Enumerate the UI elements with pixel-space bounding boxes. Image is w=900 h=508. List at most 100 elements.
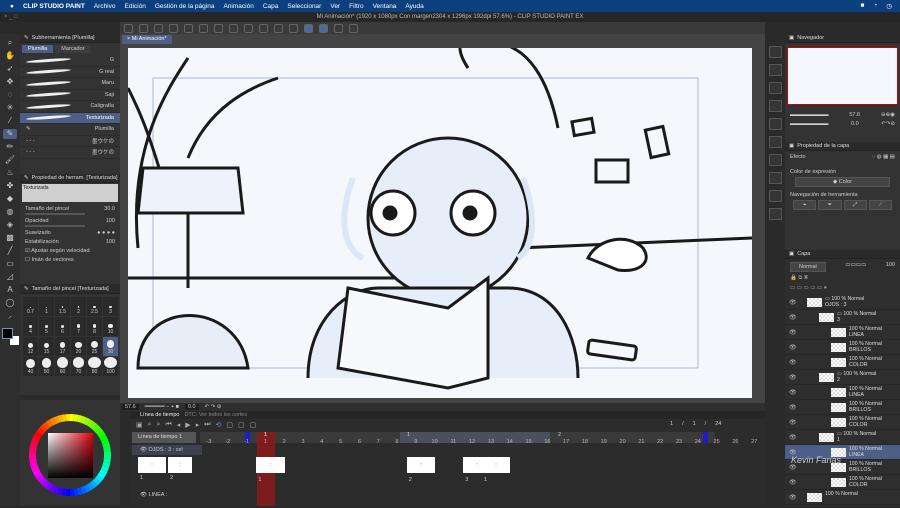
frame-number[interactable]: 2 [275, 439, 293, 445]
brush-size-option[interactable]: 60 [55, 357, 70, 376]
new-timeline-icon[interactable]: ▣ [136, 421, 143, 429]
clear-icon[interactable] [214, 23, 223, 33]
first-frame-icon[interactable]: ⏮ [165, 421, 171, 429]
zoom-out-icon[interactable]: ⌕ [157, 421, 161, 429]
brush-size-option[interactable]: 12 [23, 337, 38, 356]
menu-animacion[interactable]: Animación [223, 3, 253, 10]
frame-number[interactable]: 5 [332, 439, 350, 445]
hue-segment[interactable] [29, 450, 37, 455]
menu-edicion[interactable]: Edición [125, 3, 146, 10]
hue-segment[interactable] [29, 455, 37, 460]
navigator-preview[interactable] [787, 47, 898, 105]
zoom-in-icon[interactable]: ⌕ [148, 421, 152, 429]
eyedropper-icon[interactable]: ⁄ [3, 116, 17, 126]
eye-icon[interactable]: 👁 [789, 374, 797, 381]
layer-row[interactable]: 👁 100 % Normal COLOR [785, 415, 900, 430]
blend-icon[interactable]: ◍ [3, 207, 17, 217]
menu-seleccionar[interactable]: Seleccionar [287, 3, 321, 10]
brush-item[interactable]: - - - 墨ウケの [20, 136, 120, 147]
prev-frame-icon[interactable]: ◂ [177, 421, 181, 429]
new-icon[interactable] [139, 23, 148, 33]
eye-icon[interactable]: 👁 [789, 329, 797, 336]
layer-action-icons[interactable]: ▭ ▭ ▭ ▭ ▭ ● [790, 285, 827, 291]
tab-timeline[interactable]: Línea de tiempo [140, 412, 179, 418]
play-icon[interactable]: ▶ [185, 421, 190, 429]
brush-size-option[interactable]: 20 [71, 337, 86, 356]
track-ojos[interactable]: 👁 OJOS : 3 : cel [132, 445, 202, 455]
frame-number[interactable]: -3 [200, 439, 218, 445]
layer-row[interactable]: 👁 100 % Normal COLOR [785, 475, 900, 490]
frame-number[interactable]: 11 [444, 439, 462, 445]
foreground-color[interactable] [2, 328, 13, 339]
drawing-canvas[interactable] [128, 48, 752, 398]
tool-nav-button[interactable]: ⟋ [868, 200, 892, 210]
frame-number[interactable]: -2 [219, 439, 237, 445]
text-tool-icon[interactable]: A [3, 285, 17, 295]
effect-buttons[interactable]: ◌ ◍ ▦ ▤ [872, 154, 895, 160]
panel-icon[interactable] [768, 46, 782, 58]
last-frame-icon[interactable]: ⏭ [204, 421, 210, 429]
canvas-tab[interactable]: × Mi Animación* [122, 35, 172, 44]
panel-icon[interactable] [768, 100, 782, 112]
snap-grid-icon[interactable] [334, 23, 343, 33]
frame-number[interactable]: 10 [426, 439, 444, 445]
angle-value[interactable]: 0.0 [184, 404, 199, 410]
layer-row[interactable]: 👁 100 % Normal BRILLOS [785, 340, 900, 355]
fill-icon[interactable] [229, 23, 238, 33]
stabilization-value[interactable]: 100 [106, 239, 115, 245]
eye-icon[interactable]: 👁 [789, 314, 797, 321]
panel-icon[interactable] [768, 82, 782, 94]
eye-icon[interactable]: 👁 [789, 419, 797, 426]
new-cel-icon[interactable]: ▢ [226, 421, 233, 429]
save-icon[interactable] [169, 23, 178, 33]
timeline-cel[interactable]: ꞉꞉ [482, 457, 511, 473]
tab-plumilla[interactable]: Plumilla [22, 45, 54, 53]
eraser-icon[interactable]: ◆ [3, 194, 17, 204]
menu-pagina[interactable]: Gestión de la página [155, 3, 215, 10]
brush-item[interactable]: Saji [20, 90, 120, 101]
smoothing-options[interactable]: ● ● ● ● [97, 230, 115, 236]
zoom-slider[interactable]: ▬▬▬▬▬▬▬ [790, 112, 829, 118]
window-controls[interactable]: × _ □ [4, 12, 18, 22]
frame-number[interactable]: 16 [538, 439, 556, 445]
menu-ver[interactable]: Ver [330, 3, 340, 10]
frame-number[interactable]: 7 [369, 439, 387, 445]
ruler-icon[interactable]: ◿ [3, 272, 17, 282]
opacity-slider[interactable]: ▭▭▭▭ [845, 262, 866, 272]
wifi-icon[interactable]: ◔ [873, 2, 877, 10]
snap-guide-icon[interactable] [319, 23, 328, 33]
eye-icon[interactable]: 👁 [789, 299, 797, 306]
decoration-icon[interactable]: ✤ [3, 181, 17, 191]
blend-mode-select[interactable]: Normal [790, 262, 826, 272]
brush-size-option[interactable]: 7 [71, 317, 86, 336]
frame-number[interactable]: 4 [313, 439, 331, 445]
frame-number[interactable]: -1 [238, 439, 256, 445]
frame-number[interactable]: 23 [670, 439, 688, 445]
layer-row[interactable]: 👁 100 % Normal LINEA [785, 325, 900, 340]
expression-color-select[interactable]: ◆ Color [795, 177, 890, 187]
tool-nav-button[interactable]: ⏷ [818, 200, 842, 210]
hue-segment[interactable] [65, 414, 70, 422]
hue-segment[interactable] [103, 455, 111, 460]
brush-item[interactable]: - - - 墨ウケの [20, 147, 120, 159]
eye-icon[interactable]: 👁 [789, 434, 797, 441]
frame-number[interactable]: 24 [689, 439, 707, 445]
brush-size-option[interactable]: 80 [87, 357, 102, 376]
layer-row[interactable]: 👁 100 % Normal [785, 490, 900, 505]
zoom-buttons[interactable]: ⊖⊕◉ [881, 112, 895, 118]
frame-number[interactable]: 3 [294, 439, 312, 445]
frame-number[interactable]: 26 [726, 439, 744, 445]
transform-icon[interactable] [244, 23, 253, 33]
hand-tool-icon[interactable]: ✋ [3, 51, 17, 61]
crop-icon[interactable] [274, 23, 283, 33]
timeline-select[interactable]: Línea de tiempo 1 [132, 432, 196, 443]
frame-number[interactable]: 14 [501, 439, 519, 445]
correct-line-icon[interactable]: ⸝ [3, 311, 17, 321]
tool-nav-button[interactable]: ⤢ [843, 200, 867, 210]
frame-number[interactable]: 8 [388, 439, 406, 445]
brush-size-option[interactable]: 50 [39, 357, 54, 376]
brush-item[interactable]: ✎ Plumilla [20, 124, 120, 136]
operation-tool-icon[interactable]: ➶ [3, 64, 17, 74]
menu-ventana[interactable]: Ventana [373, 3, 397, 10]
eye-icon[interactable]: 👁 [789, 404, 797, 411]
